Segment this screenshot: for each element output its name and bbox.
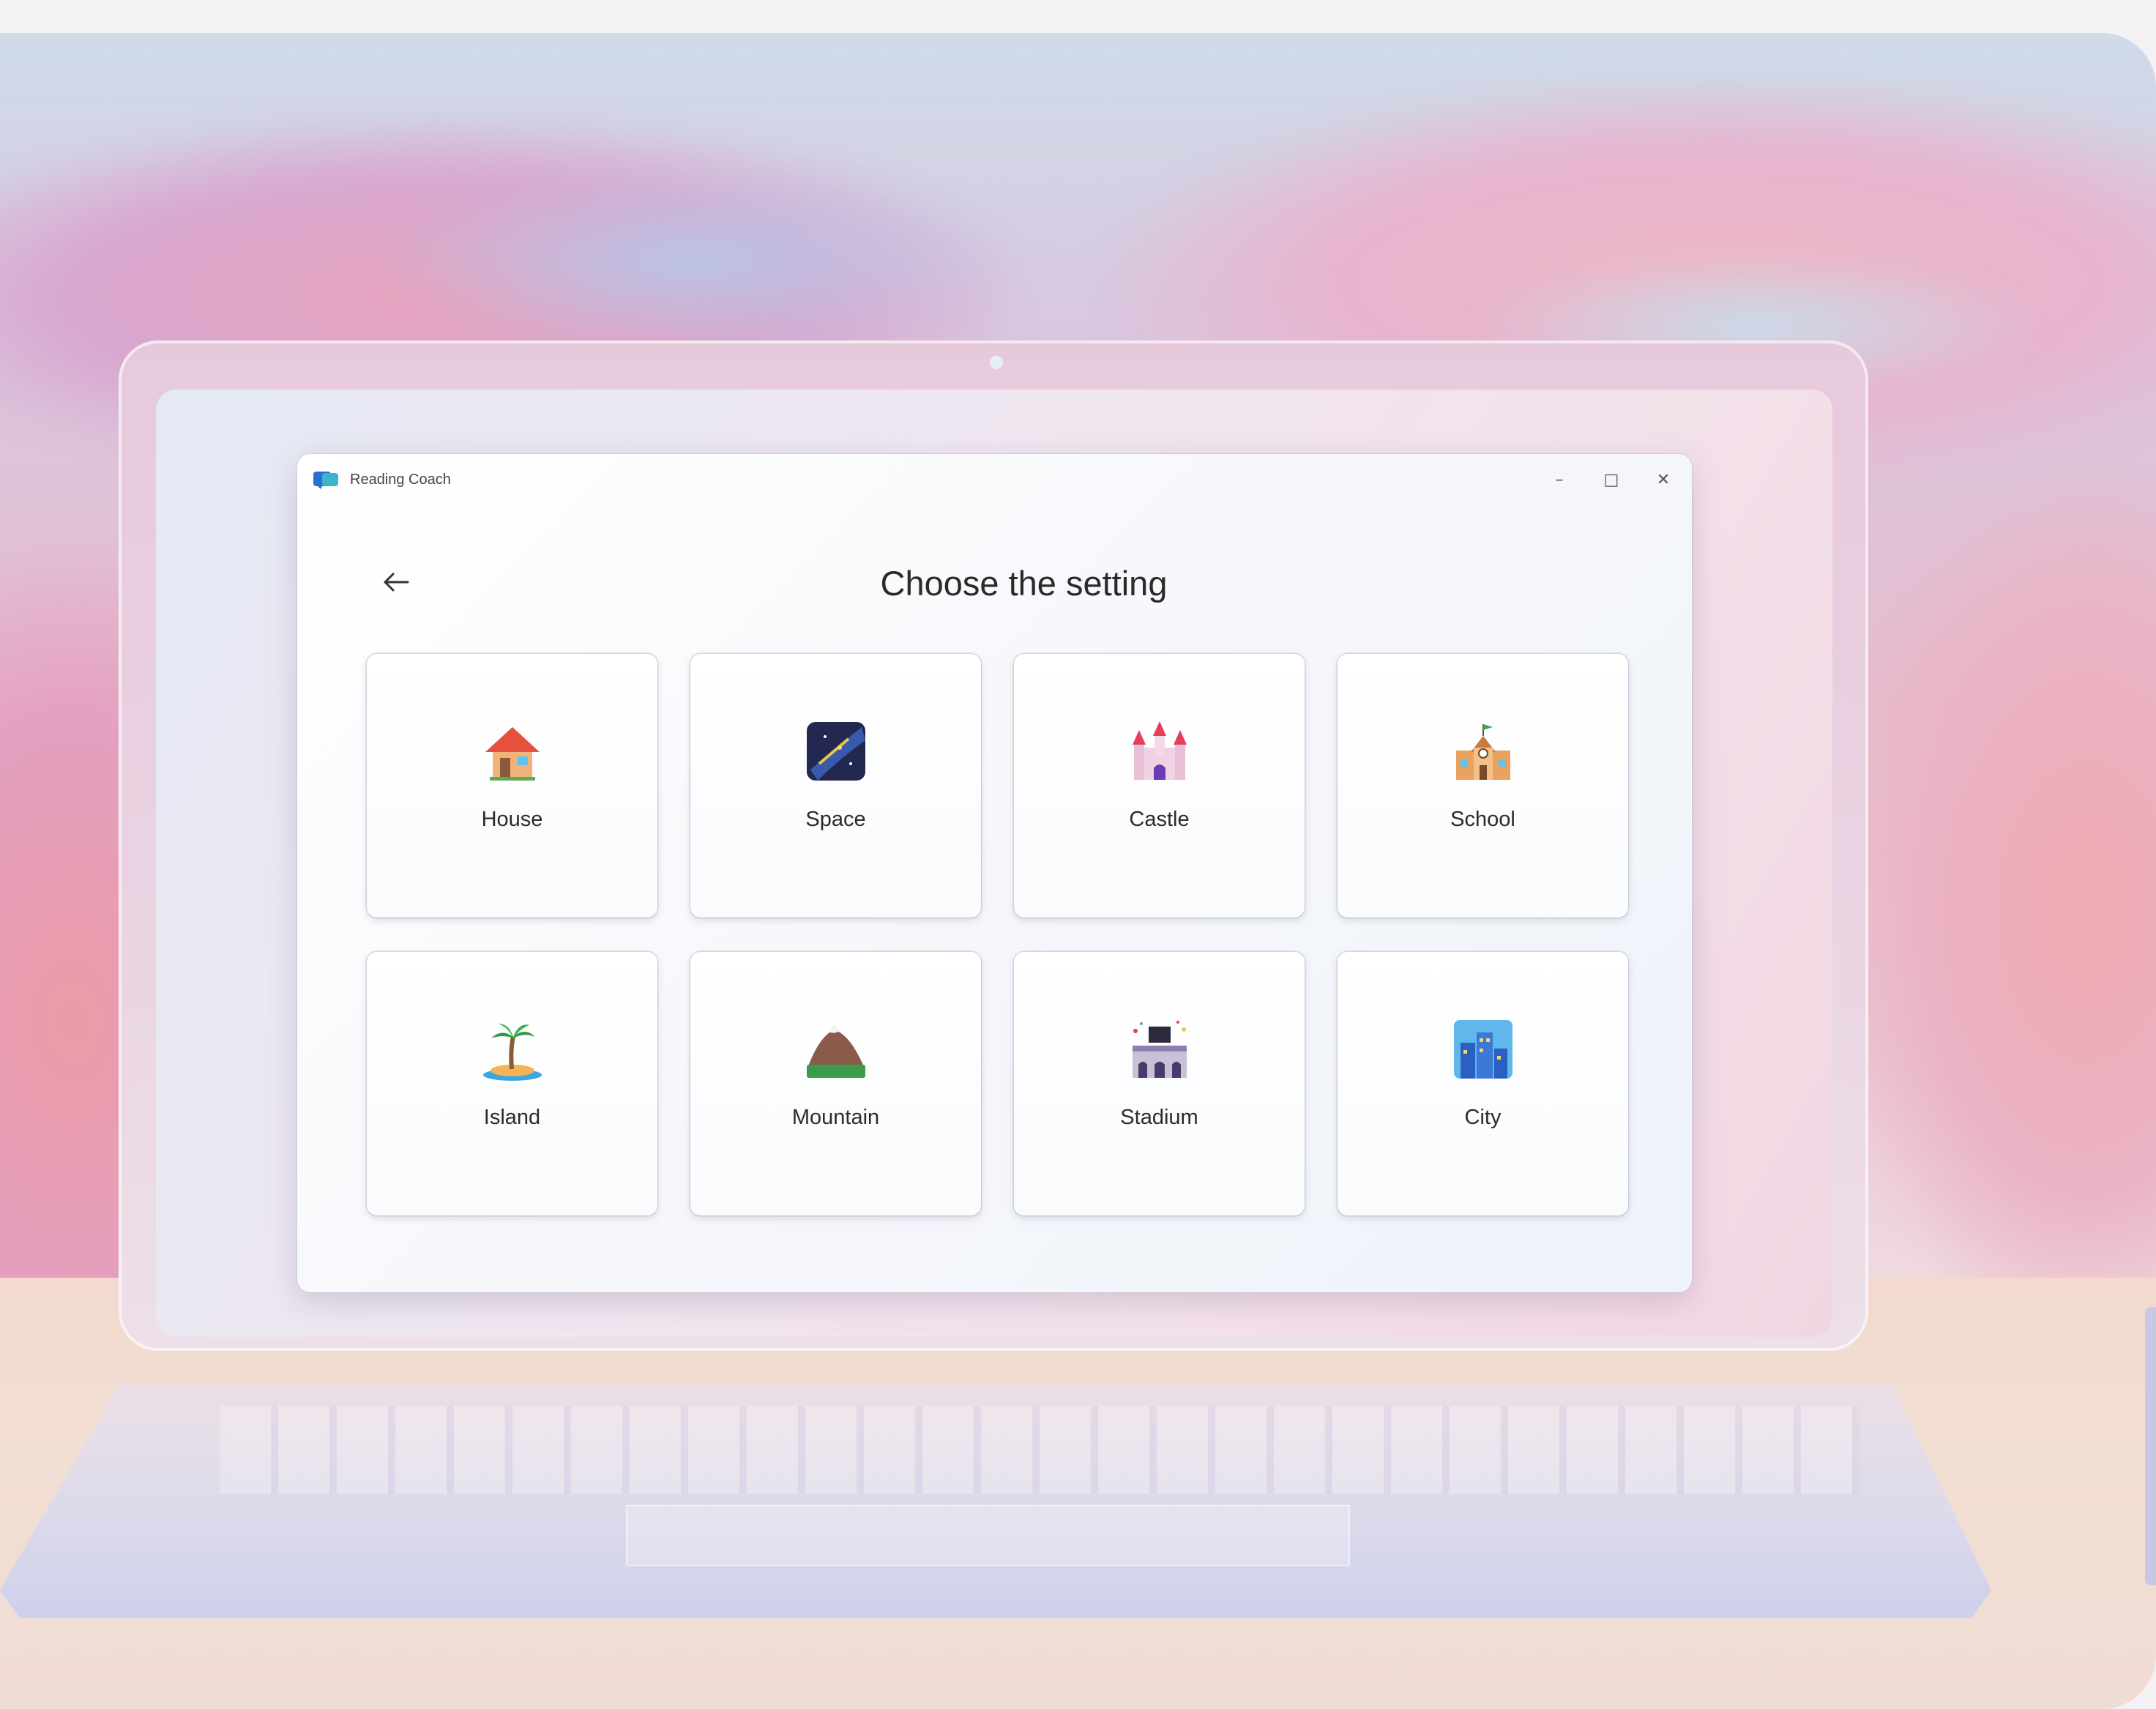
reading-coach-logo-icon [313,472,338,489]
settings-grid: House Space Castle School Island Mountai… [367,654,1633,1221]
city-icon [1453,1020,1512,1079]
minimize-button[interactable]: – [1537,461,1581,498]
title-bar[interactable]: Reading Coach – □ ✕ [297,454,1692,505]
setting-label: Space [805,808,866,831]
mountain-icon [806,1025,865,1078]
setting-card-stadium[interactable]: Stadium [1014,952,1305,1215]
castle-icon [1132,721,1187,780]
school-icon [1455,724,1510,780]
app-window: Reading Coach – □ ✕ Choose the setting H… [297,454,1692,1292]
setting-card-castle[interactable]: Castle [1014,654,1305,917]
setting-label: Island [483,1106,541,1129]
stadium-icon [1132,1021,1187,1078]
close-icon: ✕ [1656,470,1671,489]
setting-card-mountain[interactable]: Mountain [690,952,981,1215]
setting-label: School [1450,808,1515,831]
island-icon [482,1024,542,1081]
page-title-text: Choose the setting [880,564,1168,603]
laptop-keyboard [220,1406,1860,1494]
setting-card-space[interactable]: Space [690,654,981,917]
setting-card-city[interactable]: City [1338,952,1628,1215]
setting-label: Mountain [791,1106,880,1129]
setting-card-school[interactable]: School [1338,654,1628,917]
close-button[interactable]: ✕ [1641,461,1685,498]
setting-label: Stadium [1120,1106,1198,1129]
app-title: Reading Coach [350,472,451,488]
webcam [990,356,1003,369]
maximize-icon: □ [1603,470,1619,489]
laptop-trackpad [626,1505,1350,1566]
page-title: Choose the setting [297,558,1692,609]
minimize-icon: – [1555,470,1564,489]
space-icon [806,722,865,781]
setting-label: Castle [1129,808,1190,831]
setting-card-house[interactable]: House [367,654,657,917]
house-icon [485,727,540,781]
setting-label: House [481,808,543,831]
setting-card-island[interactable]: Island [367,952,657,1215]
setting-label: City [1464,1106,1502,1129]
maximize-button[interactable]: □ [1589,461,1633,498]
